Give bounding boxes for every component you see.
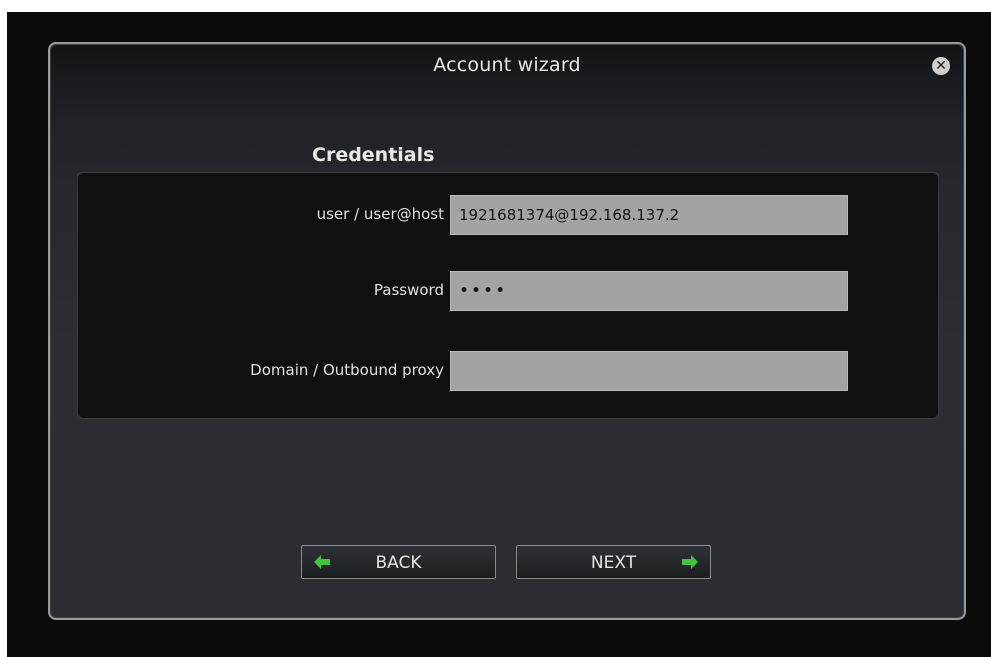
dialog-title: Account wizard [433, 54, 581, 76]
user-input[interactable] [450, 195, 848, 235]
screen-background: Account wizard ✕ Credentials user / user… [7, 12, 991, 657]
close-icon[interactable]: ✕ [932, 57, 950, 75]
user-field-label: user / user@host [316, 205, 444, 223]
credentials-panel: user / user@host Password Domain / Outbo… [77, 172, 939, 419]
password-field-label: Password [373, 281, 444, 299]
arrow-right-icon [682, 555, 698, 569]
user-field-row: user / user@host [78, 195, 938, 235]
back-button[interactable]: BACK [301, 545, 496, 579]
section-heading: Credentials [312, 144, 435, 166]
domain-field-row: Domain / Outbound proxy [78, 351, 938, 391]
password-field-row: Password [78, 271, 938, 311]
next-button[interactable]: NEXT [516, 545, 711, 579]
password-input[interactable] [450, 271, 848, 311]
domain-field-label: Domain / Outbound proxy [250, 361, 444, 379]
domain-proxy-input[interactable] [450, 351, 848, 391]
back-button-label: BACK [375, 553, 422, 573]
account-wizard-dialog: Account wizard ✕ Credentials user / user… [48, 42, 966, 620]
